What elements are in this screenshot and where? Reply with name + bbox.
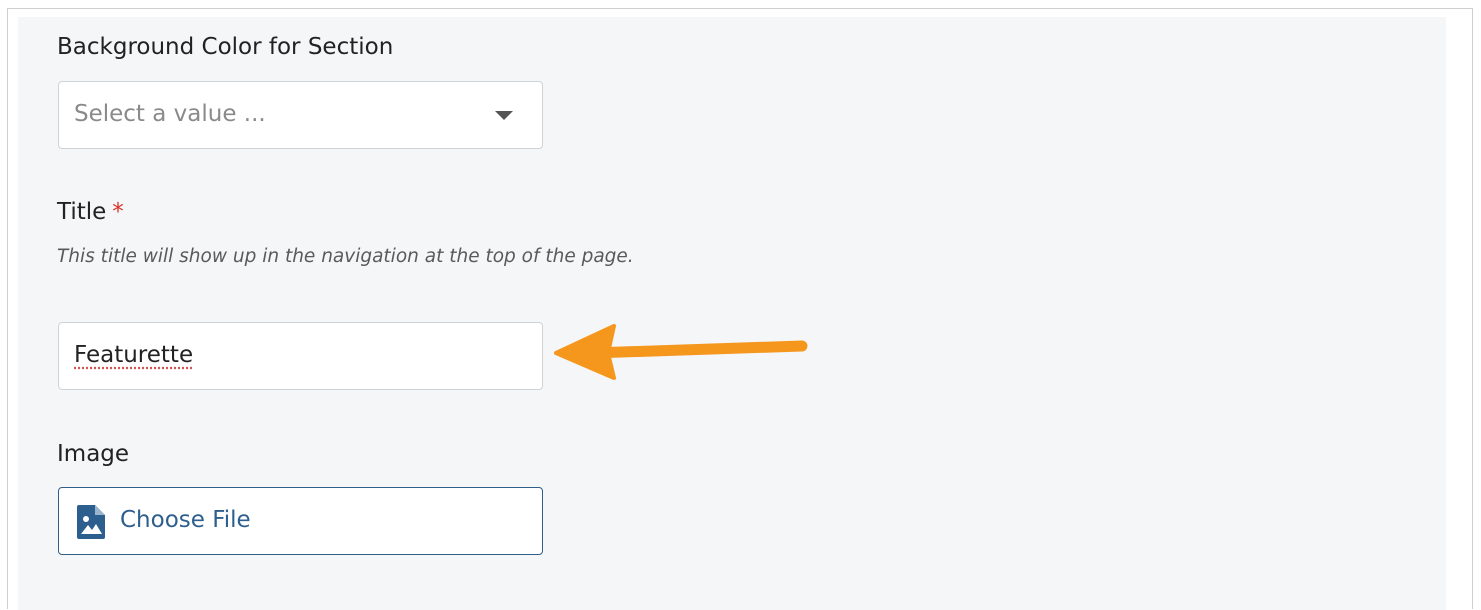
caret-down-icon [495, 111, 513, 120]
title-input[interactable]: Featurette [58, 322, 543, 390]
choose-file-button[interactable]: Choose File [58, 487, 543, 555]
image-label: Image [57, 441, 130, 467]
required-marker: * [112, 199, 124, 225]
file-image-icon [77, 505, 105, 539]
title-input-value: Featurette [74, 342, 194, 368]
choose-file-label: Choose File [120, 507, 251, 533]
background-color-label: Background Color for Section [57, 34, 394, 60]
arrow-pointer-icon [554, 324, 808, 380]
title-label: Title [57, 199, 107, 225]
title-label-wrapper: Title * [57, 199, 124, 225]
background-color-select[interactable]: Select a value ... [58, 81, 543, 149]
title-help-text: This title will show up in the navigatio… [57, 246, 634, 267]
select-placeholder: Select a value ... [74, 101, 266, 127]
